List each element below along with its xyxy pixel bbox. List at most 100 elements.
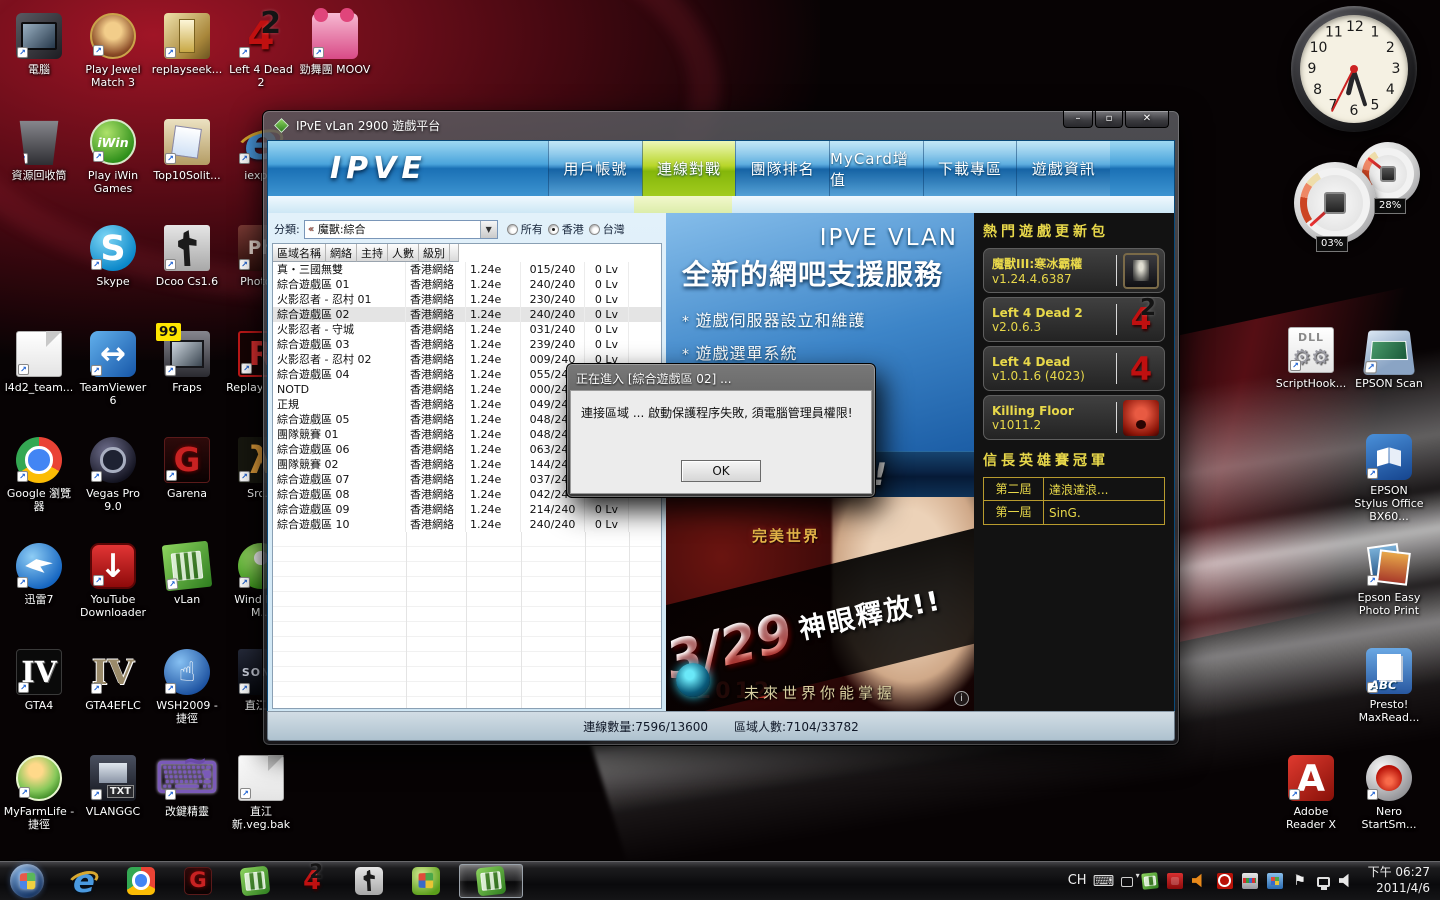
shortcut-arrow-icon bbox=[165, 47, 176, 58]
printer-tray-icon[interactable] bbox=[1241, 872, 1258, 889]
ok-button[interactable]: OK bbox=[681, 460, 761, 482]
desktop-icon[interactable]: Presto! MaxRead... bbox=[1352, 643, 1426, 750]
red-app-tray-icon[interactable] bbox=[1166, 872, 1183, 889]
cpu-meter-gadget[interactable]: 03% 28% bbox=[1290, 140, 1436, 252]
desktop-icon[interactable]: Garena bbox=[150, 432, 224, 538]
keyboard-tray-icon[interactable] bbox=[1096, 873, 1112, 889]
table-row[interactable]: 火影忍者 - 忍村 01 香港網絡 1.24e 230/240 0 Lv bbox=[273, 292, 661, 307]
update-card[interactable]: Left 4 Dead v1.0.1.6 (4023) bbox=[983, 346, 1165, 391]
desktop-icon[interactable]: ScriptHook... bbox=[1274, 322, 1348, 429]
windows-green-icon[interactable] bbox=[412, 866, 440, 895]
desktop-icon[interactable]: EPSON Scan bbox=[1352, 322, 1426, 429]
nav-tab[interactable]: 下載專區 bbox=[922, 141, 1017, 196]
vlan-icon[interactable] bbox=[1140, 871, 1159, 890]
table-header-cell[interactable]: 網絡 bbox=[326, 244, 357, 262]
desktop-icon[interactable]: GTA4EFLC bbox=[76, 644, 150, 750]
table-row[interactable]: 火影忍者 - 守城 香港網絡 1.24e 031/240 0 Lv bbox=[273, 322, 661, 337]
table-header-cell[interactable]: 主持 bbox=[357, 244, 388, 262]
close-button[interactable]: ✕ bbox=[1125, 111, 1169, 128]
update-card[interactable]: Killing Floor v1011.2 bbox=[983, 395, 1165, 440]
volume-orange-icon[interactable] bbox=[1191, 873, 1202, 888]
cell-extra bbox=[629, 262, 661, 277]
window-controls: – ▫ ✕ bbox=[1061, 111, 1169, 128]
desktop-icon[interactable]: 迅雷7 bbox=[2, 538, 76, 644]
windows-update-icon[interactable] bbox=[1266, 872, 1283, 889]
network-tray-icon[interactable] bbox=[1316, 876, 1330, 890]
action-center-flag-icon[interactable] bbox=[1292, 873, 1308, 889]
desktop-icon[interactable]: YouTube Downloader bbox=[76, 538, 150, 644]
l4d2-icon[interactable] bbox=[298, 860, 326, 895]
nav-tab[interactable]: 用戶帳號 bbox=[548, 141, 642, 196]
internet-explorer-icon[interactable] bbox=[70, 867, 98, 895]
minimize-button[interactable]: – bbox=[1063, 111, 1093, 128]
desktop-icon[interactable]: 資源回收筒 bbox=[2, 114, 76, 220]
nav-tab[interactable]: 團隊排名 bbox=[735, 141, 830, 196]
table-row[interactable]: 綜合遊戲區 09 香港網絡 1.24e 214/240 0 Lv bbox=[273, 502, 661, 517]
table-header-cell[interactable]: 區域名稱 bbox=[273, 244, 326, 262]
clock-gadget[interactable]: 123456789101112 bbox=[1291, 6, 1417, 132]
desktop-icon[interactable]: replayseek... bbox=[150, 8, 224, 114]
table-row[interactable]: 綜合遊戲區 03 香港網絡 1.24e 239/240 0 Lv bbox=[273, 337, 661, 352]
category-select[interactable]: « 魔獸:綜合 ▼ bbox=[303, 219, 498, 239]
info-icon[interactable]: i bbox=[954, 691, 969, 706]
desktop-icon[interactable]: VLANGGC bbox=[76, 750, 150, 856]
table-header-cell[interactable]: 級別 bbox=[419, 244, 450, 262]
desktop-icon[interactable]: 改鍵精靈 bbox=[150, 743, 224, 856]
chrome-icon[interactable] bbox=[127, 866, 155, 895]
table-header-cell[interactable] bbox=[450, 244, 459, 262]
desktop-icon[interactable]: 直江新.veg.bak bbox=[224, 750, 298, 856]
table-row[interactable]: 綜合遊戲區 01 香港網絡 1.24e 240/240 0 Lv bbox=[273, 277, 661, 292]
active-task-button[interactable] bbox=[459, 863, 523, 898]
desktop-icon[interactable]: l4d2_team... bbox=[2, 326, 76, 432]
desktop-icon[interactable]: vLan bbox=[150, 538, 224, 644]
desktop-icon[interactable]: Adobe Reader X bbox=[1274, 750, 1348, 857]
table-row[interactable]: 綜合遊戲區 02 香港網絡 1.24e 240/240 0 Lv bbox=[273, 307, 661, 322]
desktop-icon[interactable]: GTA4 bbox=[2, 644, 76, 750]
table-row[interactable]: 真・三國無雙 香港網絡 1.24e 015/240 0 Lv bbox=[273, 262, 661, 277]
desktop-icon[interactable]: Play Jewel Match 3 bbox=[76, 8, 150, 114]
ram-percent-badge: 28% bbox=[1374, 198, 1407, 214]
region-radio-option[interactable]: 台灣 bbox=[588, 221, 625, 237]
desktop-icon[interactable]: EPSON Stylus Office BX60... bbox=[1352, 429, 1426, 536]
table-row[interactable]: 綜合遊戲區 10 香港網絡 1.24e 240/240 0 Lv bbox=[273, 517, 661, 532]
nero-tray-icon[interactable] bbox=[1216, 872, 1233, 889]
desktop-icon[interactable]: Left 4 Dead 2 bbox=[224, 6, 298, 114]
nav-tab[interactable]: MyCard增值 bbox=[829, 141, 923, 196]
desktop-icon[interactable]: Play iWin Games bbox=[76, 114, 150, 220]
desktop-icon[interactable]: WSH2009 - 捷徑 bbox=[150, 644, 224, 750]
cell-host: 1.24e bbox=[466, 322, 521, 337]
desktop-icon[interactable]: Fraps bbox=[150, 323, 224, 432]
vlan-icon[interactable] bbox=[239, 865, 271, 896]
nav-tab[interactable]: 連線對戰 bbox=[641, 141, 736, 196]
start-button[interactable] bbox=[10, 863, 44, 898]
desktop-icon[interactable]: Dcoo Cs1.6 bbox=[150, 220, 224, 326]
language-indicator[interactable]: CH bbox=[1068, 873, 1087, 888]
title-bar[interactable]: IPvE vLan 2900 遊戲平台 – ▫ ✕ bbox=[267, 111, 1175, 140]
desktop-icon[interactable]: MyFarmLife - 捷徑 bbox=[2, 750, 76, 856]
maximize-button[interactable]: ▫ bbox=[1095, 111, 1123, 128]
desktop-icon[interactable]: Epson Easy Photo Print bbox=[1352, 536, 1426, 643]
counter-strike-icon[interactable] bbox=[355, 866, 383, 895]
desktop-icon[interactable]: 電腦 bbox=[2, 8, 76, 114]
desktop-icon[interactable]: Top10Solit... bbox=[150, 114, 224, 220]
region-radio-option[interactable]: 所有 bbox=[506, 221, 543, 237]
hidden-icons-icon[interactable] bbox=[1120, 871, 1140, 887]
volume-tray-icon[interactable] bbox=[1338, 873, 1349, 888]
desktop-icon[interactable]: 勁舞團 MOOV bbox=[298, 8, 372, 114]
desktop-icon[interactable]: Vegas Pro 9.0 bbox=[76, 432, 150, 538]
desktop-icon[interactable]: Nero StartSm... bbox=[1352, 750, 1426, 857]
chevron-down-icon[interactable]: ▼ bbox=[479, 220, 497, 238]
desktop-icon[interactable]: Google 瀏覽器 bbox=[2, 432, 76, 538]
taskbar-clock[interactable]: 下午 06:27 2011/4/6 bbox=[1368, 865, 1430, 896]
desktop-icon[interactable]: Skype bbox=[76, 220, 150, 326]
update-card[interactable]: Left 4 Dead 2 v2.0.6.3 bbox=[983, 295, 1165, 342]
region-radio-option[interactable]: 香港 bbox=[547, 221, 584, 237]
nav-tab[interactable]: 遊戲資訊 bbox=[1016, 141, 1111, 196]
table-header-cell[interactable]: 人數 bbox=[388, 244, 419, 262]
cell-host: 1.24e bbox=[466, 427, 521, 442]
update-card[interactable]: 魔獸III:寒冰霸權 v1.24.4.6387 bbox=[983, 248, 1165, 293]
garena-icon[interactable] bbox=[184, 866, 212, 895]
dialog-title-bar[interactable]: 正在進入 [綜合遊戲區 02] ... bbox=[570, 367, 872, 390]
desktop-icon[interactable]: TeamViewer 6 bbox=[76, 326, 150, 432]
ad-banner[interactable]: 完美世界 2012 3/29 神眼釋放!! 未來世界你能掌握 i bbox=[666, 497, 974, 711]
